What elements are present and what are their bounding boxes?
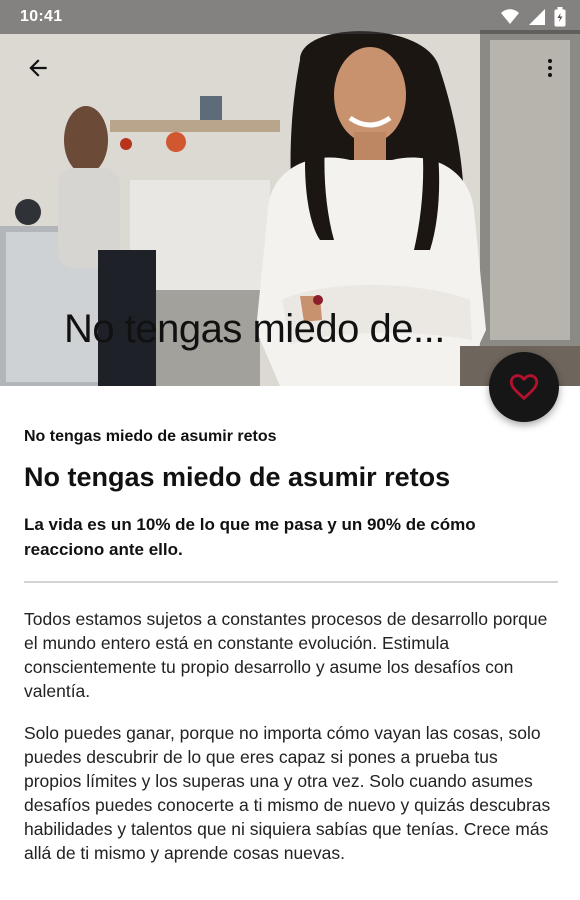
hero-title: No tengas miedo de... — [64, 307, 445, 351]
article-title: No tengas miedo de asumir retos — [24, 462, 451, 492]
article-overline: No tengas miedo de asumir retos — [24, 428, 277, 445]
article-content: No tengas miedo de asumir retos No tenga… — [24, 428, 560, 865]
favorite-button[interactable] — [489, 352, 559, 422]
divider — [24, 581, 558, 583]
status-bar: 10:41 — [0, 0, 580, 34]
more-vert-icon — [548, 59, 552, 77]
battery-icon — [554, 7, 566, 27]
wifi-icon — [501, 9, 519, 24]
signal-icon — [529, 9, 545, 25]
article-paragraph: Solo puedes ganar, porque no importa cóm… — [24, 723, 551, 863]
article-subtitle: La vida es un 10% de lo que me pasa y un… — [24, 515, 476, 559]
heart-outline-icon — [509, 374, 539, 401]
article-paragraph: Todos estamos sujetos a constantes proce… — [24, 609, 548, 701]
back-button[interactable] — [18, 48, 58, 88]
status-time: 10:41 — [20, 8, 63, 25]
more-options-button[interactable] — [530, 48, 570, 88]
arrow-back-icon — [29, 59, 47, 77]
status-icons — [500, 7, 566, 27]
